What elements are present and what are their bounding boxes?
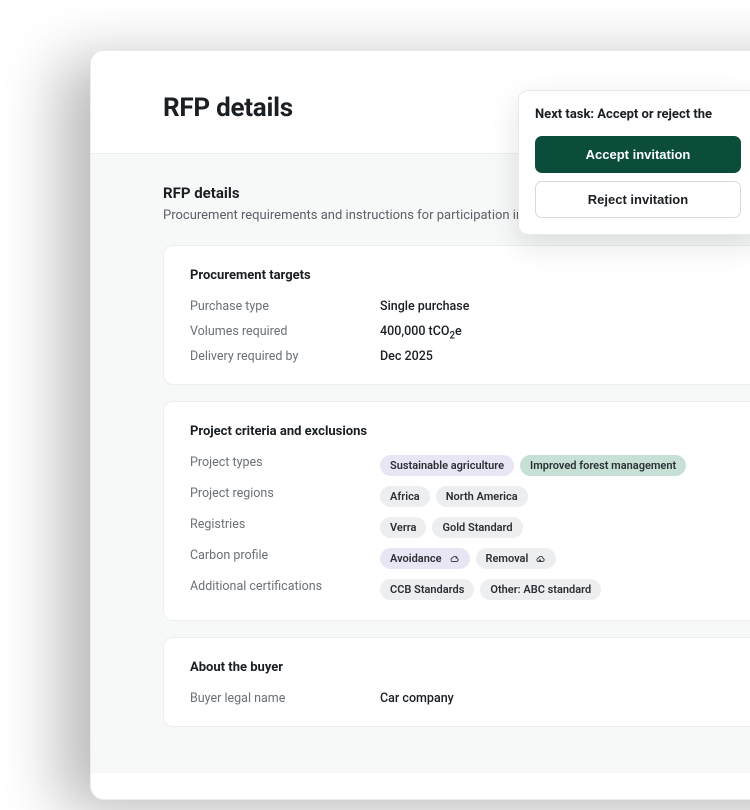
- tag-label: Gold Standard: [442, 521, 512, 534]
- accept-invitation-button[interactable]: Accept invitation: [535, 136, 741, 173]
- row-value: Car company: [380, 691, 454, 706]
- tag-label: Avoidance: [390, 552, 442, 565]
- tag-label: Verra: [390, 521, 416, 534]
- tag: Improved forest management: [520, 455, 686, 476]
- tag-label: North America: [446, 490, 518, 503]
- row-purchase-type: Purchase type Single purchase: [190, 299, 750, 314]
- row-label: Buyer legal name: [190, 691, 380, 706]
- tag-label: Removal: [486, 552, 529, 565]
- tag-label: Improved forest management: [530, 459, 676, 472]
- tag-label: Africa: [390, 490, 420, 503]
- row-additional-certifications: Additional certifications CCB Standards O…: [190, 579, 750, 600]
- next-task-popup: Next task: Accept or reject the Accept i…: [518, 90, 750, 235]
- tag-label: CCB Standards: [390, 583, 464, 596]
- row-carbon-profile: Carbon profile Avoidance Removal: [190, 548, 750, 569]
- row-label: Carbon profile: [190, 548, 380, 563]
- row-label: Registries: [190, 517, 380, 532]
- about-buyer-card: About the buyer Buyer legal name Car com…: [163, 637, 750, 727]
- next-task-title: Next task: Accept or reject the: [535, 107, 741, 122]
- row-label: Purchase type: [190, 299, 380, 314]
- row-buyer-legal-name: Buyer legal name Car company: [190, 691, 750, 706]
- row-value: Single purchase: [380, 299, 469, 314]
- tag: Gold Standard: [432, 517, 522, 538]
- tag: Africa: [380, 486, 430, 507]
- tag-list: Verra Gold Standard: [380, 517, 523, 538]
- row-registries: Registries Verra Gold Standard: [190, 517, 750, 538]
- tag-list: Avoidance Removal: [380, 548, 556, 569]
- tag: Other: ABC standard: [480, 579, 601, 600]
- procurement-targets-card: Procurement targets Purchase type Single…: [163, 245, 750, 385]
- tag-label: Other: ABC standard: [490, 583, 591, 596]
- panel-body: RFP details Procurement requirements and…: [91, 154, 750, 773]
- cloud-dash-icon: [448, 553, 460, 565]
- row-label: Project regions: [190, 486, 380, 501]
- row-project-regions: Project regions Africa North America: [190, 486, 750, 507]
- tag: Removal: [476, 548, 557, 569]
- project-criteria-card: Project criteria and exclusions Project …: [163, 401, 750, 621]
- card-title: About the buyer: [190, 660, 750, 675]
- row-project-types: Project types Sustainable agriculture Imp…: [190, 455, 750, 476]
- row-value: 400,000 tCO2e: [380, 324, 462, 339]
- tag: Verra: [380, 517, 426, 538]
- row-label: Volumes required: [190, 324, 380, 339]
- tag: Sustainable agriculture: [380, 455, 514, 476]
- reject-invitation-button[interactable]: Reject invitation: [535, 181, 741, 218]
- row-label: Delivery required by: [190, 349, 380, 364]
- card-title: Project criteria and exclusions: [190, 424, 750, 439]
- tag: Avoidance: [380, 548, 470, 569]
- row-volumes-required: Volumes required 400,000 tCO2e: [190, 324, 750, 339]
- tag-list: Africa North America: [380, 486, 528, 507]
- row-label: Project types: [190, 455, 380, 470]
- row-value: Dec 2025: [380, 349, 433, 364]
- row-label: Additional certifications: [190, 579, 380, 594]
- card-title: Procurement targets: [190, 268, 750, 283]
- tag-list: CCB Standards Other: ABC standard: [380, 579, 601, 600]
- tag-label: Sustainable agriculture: [390, 459, 504, 472]
- tag: CCB Standards: [380, 579, 474, 600]
- row-delivery-required: Delivery required by Dec 2025: [190, 349, 750, 364]
- cloud-down-icon: [534, 553, 546, 565]
- tag-list: Sustainable agriculture Improved forest m…: [380, 455, 686, 476]
- tag: North America: [436, 486, 528, 507]
